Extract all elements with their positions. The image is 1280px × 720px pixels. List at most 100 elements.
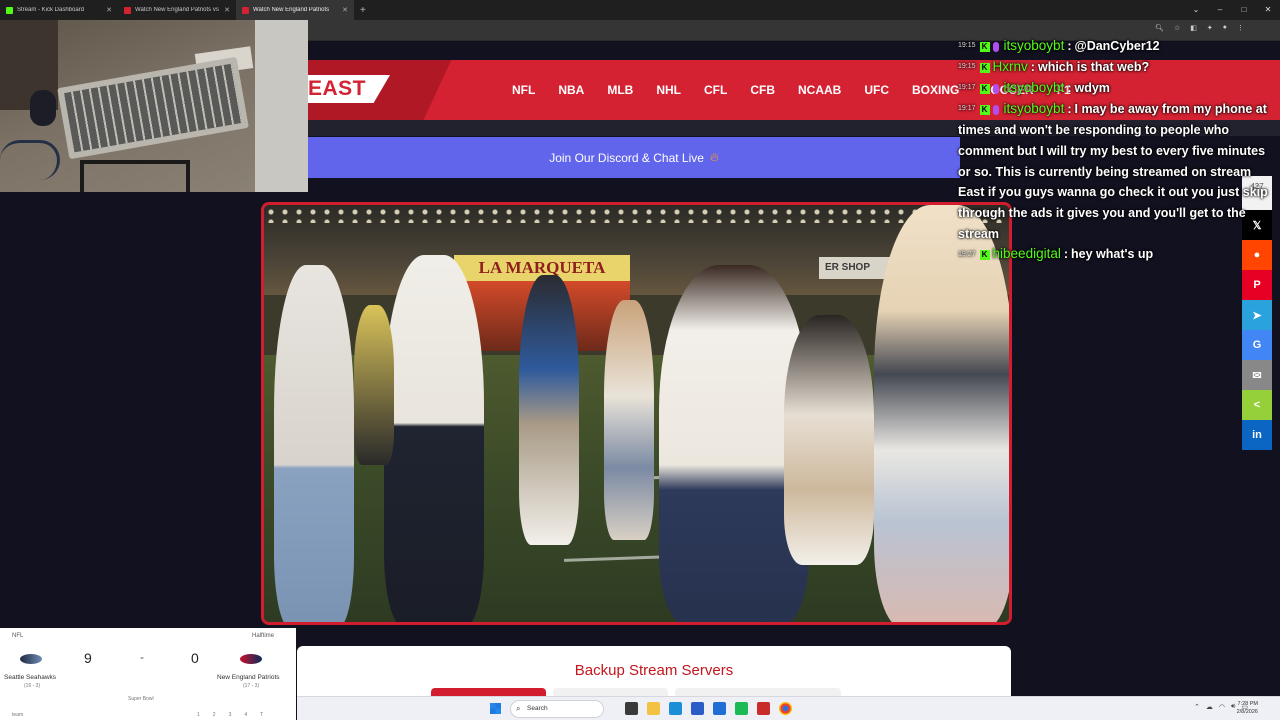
clock-time: 7:28 PM (1237, 701, 1258, 707)
chat-username[interactable]: Hxrnv (993, 59, 1028, 74)
maximize-icon[interactable]: □ (1232, 0, 1256, 20)
menu-icon[interactable]: ⋮ (1237, 24, 1244, 32)
spotify-icon[interactable] (735, 702, 748, 715)
wifi-icon[interactable]: ◠ (1219, 703, 1225, 711)
home-score: 9 (84, 650, 92, 666)
chat-separator: : (1067, 39, 1072, 53)
mic-badge-icon (992, 41, 999, 52)
windows-start-icon[interactable] (490, 703, 501, 714)
chat-timestamp: 19:17 (958, 105, 976, 113)
windows-taskbar: ⌕ Search ⌃ ☁ ◠ 🔊︎ ▭ 7:28 PM 2/8/2026 (297, 696, 1280, 720)
share-pinterest-button[interactable]: P (1242, 270, 1272, 300)
share-sharethis-button[interactable]: < (1242, 390, 1272, 420)
chat-timestamp: 19:15 (958, 42, 976, 50)
sharethis-icon: < (1253, 399, 1261, 411)
edge-icon[interactable] (669, 702, 682, 715)
tab-close-icon[interactable]: ✕ (342, 6, 348, 14)
chat-message: 19:17 Kitsyoboybt: wdym (958, 78, 1280, 99)
scoreboard-quarter-label: 3 (228, 712, 232, 718)
nav-link-cfb[interactable]: CFB (750, 83, 775, 97)
site-logo-text[interactable]: EAST (308, 77, 366, 101)
discord-banner-text: Join Our Discord & Chat Live (549, 150, 704, 165)
share-email-button[interactable]: ✉ (1242, 360, 1272, 390)
chat-timestamp: 19:15 (958, 63, 976, 71)
chat-username[interactable]: hibeedigital (993, 246, 1061, 261)
store-icon[interactable] (691, 702, 704, 715)
scoreboard-widget[interactable]: NFL Halftime 9 - 0 Seattle Seahawks (16 … (0, 628, 296, 720)
tab-close-icon[interactable]: ✕ (224, 6, 230, 14)
nav-link-boxing[interactable]: BOXING (912, 83, 959, 97)
tab-list: Stream - Kick Dashboard ✕ Watch New Englan… (0, 0, 354, 20)
taskbar-apps (625, 702, 792, 715)
zoom-icon[interactable]: 🔍︎ (1155, 24, 1164, 32)
score-separator: - (140, 650, 144, 664)
pinterest-icon: P (1253, 279, 1261, 291)
taskbar-search-box[interactable]: ⌕ Search (510, 700, 604, 718)
obs-icon[interactable] (757, 702, 770, 715)
linkedin-icon: in (1252, 429, 1262, 441)
share-google-button[interactable]: G (1242, 330, 1272, 360)
nav-link-nfl[interactable]: NFL (512, 83, 535, 97)
scoreboard-quarters: 1 2 3 4 T (197, 712, 263, 718)
share-telegram-button[interactable]: ➤ (1242, 300, 1272, 330)
kick-badge-icon: K (979, 62, 990, 73)
close-icon[interactable]: ✕ (1256, 0, 1280, 20)
chat-username[interactable]: itsyoboybt (1004, 80, 1065, 95)
browser-tab[interactable]: Watch New England Patriots vs ✕ (118, 0, 236, 20)
nav-link-nhl[interactable]: NHL (656, 83, 681, 97)
task-view-icon[interactable] (625, 702, 638, 715)
video-player[interactable]: LA MARQUETA ER SHOP (261, 202, 1012, 625)
mic-badge-icon (992, 83, 999, 94)
search-icon: ⌕ (516, 704, 521, 713)
chat-timestamp: 19:17 (958, 84, 976, 92)
google-icon: G (1252, 339, 1262, 351)
chrome-icon[interactable] (779, 702, 792, 715)
nav-link-ufc[interactable]: UFC (864, 83, 889, 97)
nav-link-mlb[interactable]: MLB (607, 83, 633, 97)
chat-username[interactable]: itsyoboybt (1004, 38, 1065, 53)
browser-tab[interactable]: Watch New England Patriots ✕ (236, 0, 354, 20)
chat-message: 19:17 Kitsyoboybt: I may be away from my p… (958, 99, 1280, 244)
nav-link-ncaab[interactable]: NCAAB (798, 83, 841, 97)
scoreboard-league: NFL (12, 633, 24, 639)
new-tab-button[interactable]: + (360, 5, 366, 16)
scoreboard-status: Halftime (251, 633, 274, 639)
chat-username[interactable]: itsyoboybt (1004, 101, 1065, 116)
browser-tab[interactable]: Stream - Kick Dashboard ✕ (0, 0, 118, 20)
chat-separator: : (1063, 247, 1069, 262)
chevron-down-icon[interactable]: ⌄ (1184, 0, 1208, 20)
chevron-up-icon[interactable]: ⌃ (1194, 703, 1200, 711)
chat-text: hey what's up (1071, 247, 1154, 262)
tab-favicon-icon (6, 6, 13, 14)
patriots-logo-icon (240, 654, 262, 664)
cloud-icon[interactable]: ☁ (1206, 703, 1213, 711)
home-team-record: (16 - 3) (24, 683, 41, 689)
file-explorer-icon[interactable] (647, 702, 660, 715)
scoreboard-quarter-label: 1 (197, 712, 200, 718)
nav-link-nba[interactable]: NBA (558, 83, 584, 97)
discord-banner[interactable]: Join Our Discord & Chat Live 🔥︎ (308, 137, 960, 178)
mic-badge-icon (992, 104, 999, 115)
nav-link-cfl[interactable]: CFL (704, 83, 727, 97)
backup-servers-title: Backup Stream Servers (574, 662, 734, 679)
bookmark-star-icon[interactable]: ☆ (1174, 24, 1180, 32)
extensions-puzzle-icon[interactable]: ✦ (1207, 24, 1213, 32)
away-team-name: New England Patriots (217, 674, 280, 681)
profile-icon[interactable]: ● (1223, 24, 1227, 32)
minimize-icon[interactable]: – (1208, 0, 1232, 20)
volume-icon[interactable]: 🔊︎ (1231, 703, 1235, 711)
chat-message: 19:15 Kitsyoboybt: @DanCyber12 (958, 36, 1280, 57)
scoreboard-event: Super Bowl (128, 696, 154, 702)
tab-title: Stream - Kick Dashboard (17, 7, 85, 13)
chat-text: wdym (1074, 81, 1110, 96)
kick-badge-icon: K (979, 250, 990, 261)
scoreboard-team-label: team (12, 712, 24, 718)
fire-icon: 🔥︎ (709, 150, 719, 164)
taskbar-clock[interactable]: 7:28 PM 2/8/2026 (1237, 700, 1258, 716)
share-linkedin-button[interactable]: in (1242, 420, 1272, 450)
chat-message: 19:15 K Hxrnv: which is that web? (958, 57, 1280, 78)
mail-icon[interactable] (713, 702, 726, 715)
tab-favicon-icon (124, 6, 131, 14)
tab-close-icon[interactable]: ✕ (106, 6, 112, 14)
extension-icon[interactable]: ◧ (1190, 24, 1197, 32)
